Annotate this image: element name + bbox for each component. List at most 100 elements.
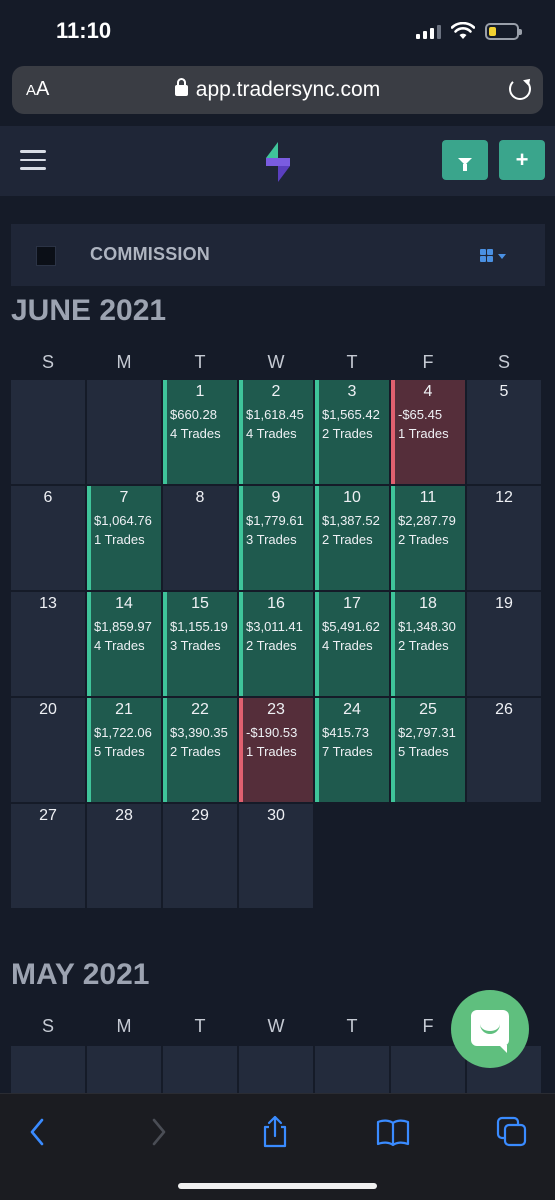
commission-checkbox[interactable] bbox=[36, 246, 56, 266]
calendar-day-cell[interactable]: 13 bbox=[11, 592, 85, 696]
filter-button[interactable] bbox=[442, 140, 488, 180]
lock-icon bbox=[174, 78, 188, 96]
day-number: 23 bbox=[267, 701, 285, 718]
commission-label: COMMISSION bbox=[90, 244, 211, 264]
weekday-header: S bbox=[497, 352, 510, 372]
weekday-header: T bbox=[194, 352, 206, 372]
day-number: 19 bbox=[495, 595, 513, 612]
forward-icon[interactable] bbox=[140, 1114, 176, 1150]
day-number: 4 bbox=[423, 383, 433, 400]
day-number: 20 bbox=[39, 701, 57, 718]
calendar-day-cell[interactable]: 4 -$65.45 1 Trades bbox=[391, 380, 465, 484]
chat-button[interactable] bbox=[451, 990, 529, 1068]
calendar-day-cell[interactable]: 8 bbox=[163, 486, 237, 590]
day-trade-count: 4 Trades bbox=[322, 638, 373, 653]
tabs-icon[interactable] bbox=[494, 1114, 530, 1150]
tradersync-logo bbox=[266, 142, 290, 182]
day-number: 21 bbox=[115, 701, 133, 718]
day-number: 30 bbox=[267, 807, 285, 824]
day-trade-count: 2 Trades bbox=[398, 638, 449, 653]
day-trade-count: 4 Trades bbox=[246, 426, 297, 441]
menu-icon[interactable] bbox=[20, 150, 46, 172]
day-pnl-amount: $1,348.30 bbox=[398, 619, 456, 634]
day-number: 3 bbox=[347, 383, 357, 400]
day-number: 27 bbox=[39, 807, 57, 824]
day-number: 18 bbox=[419, 595, 437, 612]
day-trade-count: 7 Trades bbox=[322, 744, 373, 759]
calendar-day-cell[interactable]: 16 $3,011.41 2 Trades bbox=[239, 592, 313, 696]
reload-icon[interactable] bbox=[509, 78, 531, 100]
calendar-day-cell[interactable]: 20 bbox=[11, 698, 85, 802]
battery-icon bbox=[485, 22, 522, 40]
day-number: 15 bbox=[191, 595, 209, 612]
calendar-day-cell[interactable]: 29 bbox=[163, 804, 237, 908]
cellular-signal-icon bbox=[416, 23, 441, 39]
calendar-day-cell[interactable]: 9 $1,779.61 3 Trades bbox=[239, 486, 313, 590]
calendar-day-cell[interactable]: 12 bbox=[467, 486, 541, 590]
calendar-day-cell[interactable]: 17 $5,491.62 4 Trades bbox=[315, 592, 389, 696]
calendar-day-cell[interactable] bbox=[11, 380, 85, 484]
day-number: 17 bbox=[343, 595, 361, 612]
day-trade-count: 2 Trades bbox=[170, 744, 221, 759]
calendar-day-cell[interactable]: 3 $1,565.42 2 Trades bbox=[315, 380, 389, 484]
day-pnl-amount: $1,722.06 bbox=[94, 725, 152, 740]
day-number: 25 bbox=[419, 701, 437, 718]
url-text: app.tradersync.com bbox=[195, 78, 381, 101]
month-title: MAY 2021 bbox=[11, 958, 150, 991]
calendar-day-cell[interactable]: 19 bbox=[467, 592, 541, 696]
day-number: 1 bbox=[195, 383, 205, 400]
calendar-day-cell[interactable]: 27 bbox=[11, 804, 85, 908]
url-display[interactable]: app.tradersync.com bbox=[12, 78, 543, 102]
bookmarks-icon[interactable] bbox=[375, 1114, 411, 1150]
day-number: 11 bbox=[419, 489, 437, 506]
day-trade-count: 4 Trades bbox=[94, 638, 145, 653]
calendar-day-cell[interactable]: 15 $1,155.19 3 Trades bbox=[163, 592, 237, 696]
calendar-day-cell[interactable]: 1 $660.28 4 Trades bbox=[163, 380, 237, 484]
day-pnl-amount: $5,491.62 bbox=[322, 619, 380, 634]
calendar-day-cell[interactable]: 28 bbox=[87, 804, 161, 908]
calendar-day-cell[interactable]: 2 $1,618.45 4 Trades bbox=[239, 380, 313, 484]
share-icon[interactable] bbox=[257, 1114, 293, 1150]
day-trade-count: 3 Trades bbox=[246, 532, 297, 547]
calendar-day-cell[interactable]: 30 bbox=[239, 804, 313, 908]
calendar-day-cell[interactable]: 10 $1,387.52 2 Trades bbox=[315, 486, 389, 590]
day-number: 22 bbox=[191, 701, 209, 718]
calendar-day-cell[interactable]: 6 bbox=[11, 486, 85, 590]
status-time: 11:10 bbox=[56, 18, 112, 43]
day-number: 24 bbox=[343, 701, 361, 718]
view-grid-icon[interactable] bbox=[480, 249, 493, 262]
day-pnl-amount: $2,797.31 bbox=[398, 725, 456, 740]
weekday-header: T bbox=[346, 352, 358, 372]
day-trade-count: 2 Trades bbox=[246, 638, 297, 653]
day-number: 8 bbox=[195, 489, 205, 506]
calendar-day-cell[interactable]: 11 $2,287.79 2 Trades bbox=[391, 486, 465, 590]
month-title: JUNE 2021 bbox=[11, 294, 167, 327]
weekday-header: M bbox=[116, 352, 132, 372]
address-bar[interactable]: AA app.tradersync.com bbox=[12, 66, 543, 114]
calendar-day-cell[interactable]: 23 -$190.53 1 Trades bbox=[239, 698, 313, 802]
calendar-day-cell[interactable]: 7 $1,064.76 1 Trades bbox=[87, 486, 161, 590]
day-trade-count: 5 Trades bbox=[398, 744, 449, 759]
calendar-day-cell[interactable]: 5 bbox=[467, 380, 541, 484]
calendar-day-cell[interactable]: 14 $1,859.97 4 Trades bbox=[87, 592, 161, 696]
back-icon[interactable] bbox=[20, 1114, 56, 1150]
chevron-down-icon[interactable] bbox=[498, 254, 506, 259]
day-number: 7 bbox=[119, 489, 129, 506]
calendar-day-cell[interactable] bbox=[87, 380, 161, 484]
day-number: 28 bbox=[115, 807, 133, 824]
calendar-day-cell[interactable]: 21 $1,722.06 5 Trades bbox=[87, 698, 161, 802]
weekday-header: W bbox=[267, 352, 285, 372]
chat-icon bbox=[471, 1010, 509, 1053]
funnel-icon bbox=[458, 158, 472, 171]
calendar-day-cell[interactable]: 18 $1,348.30 2 Trades bbox=[391, 592, 465, 696]
day-number: 16 bbox=[267, 595, 285, 612]
day-number: 12 bbox=[495, 489, 513, 506]
calendar-day-cell[interactable]: 24 $415.73 7 Trades bbox=[315, 698, 389, 802]
day-trade-count: 1 Trades bbox=[246, 744, 297, 759]
day-number: 26 bbox=[495, 701, 513, 718]
calendar-day-cell[interactable]: 25 $2,797.31 5 Trades bbox=[391, 698, 465, 802]
calendar-day-cell[interactable]: 26 bbox=[467, 698, 541, 802]
add-trade-button[interactable]: + bbox=[499, 140, 545, 180]
weekday-header: S bbox=[41, 352, 54, 372]
calendar-day-cell[interactable]: 22 $3,390.35 2 Trades bbox=[163, 698, 237, 802]
